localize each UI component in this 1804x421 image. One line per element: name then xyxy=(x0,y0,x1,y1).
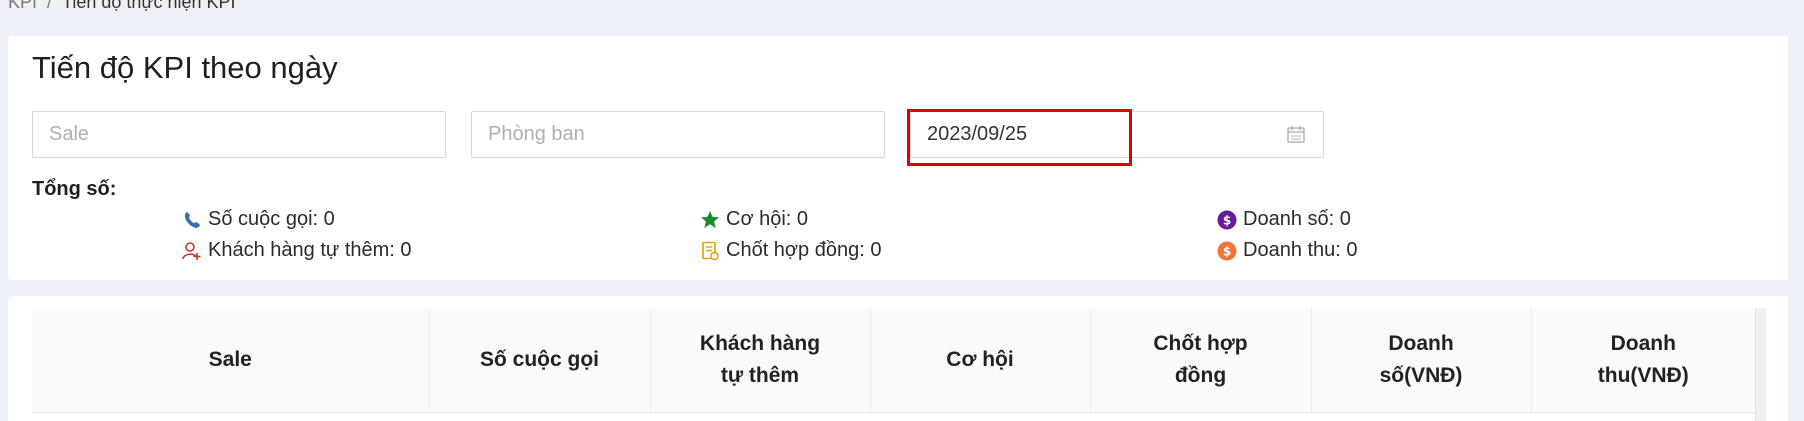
stat-calls-text: Số cuộc gọi: 0 xyxy=(208,208,335,230)
stat-calls: Số cuộc gọi: 0 xyxy=(182,208,335,231)
stat-opportunities-text: Cơ hội: 0 xyxy=(726,208,809,230)
stat-sales-text: Doanh số: 0 xyxy=(1243,208,1351,230)
stat-customers-added-text: Khách hàng tự thêm: 0 xyxy=(208,239,412,261)
calendar-icon[interactable] xyxy=(1286,124,1306,144)
breadcrumb: KPI / Tiến độ thực hiện KPI xyxy=(8,0,236,13)
stat-sales: $ Doanh số: 0 xyxy=(1217,208,1351,231)
svg-text:$: $ xyxy=(1223,244,1231,258)
kpi-table: Sale Số cuộc gọi Khách hàng tự thêm Cơ h… xyxy=(32,308,1755,413)
breadcrumb-current: Tiến độ thực hiện KPI xyxy=(62,0,236,12)
column-header-revenue[interactable]: Doanh thu(VNĐ) xyxy=(1531,308,1755,413)
stat-customers-added: Khách hàng tự thêm: 0 xyxy=(182,239,412,262)
dollar-circle-icon: $ xyxy=(1217,210,1237,229)
stat-contracts-closed-text: Chốt hợp đồng: 0 xyxy=(726,239,882,261)
table-header-row: Sale Số cuộc gọi Khách hàng tự thêm Cơ h… xyxy=(32,308,1755,413)
breadcrumb-root[interactable]: KPI xyxy=(8,0,37,13)
phone-icon xyxy=(184,211,200,228)
user-add-icon xyxy=(182,241,201,260)
stat-opportunities: Cơ hội: 0 xyxy=(700,208,808,231)
contract-icon xyxy=(702,241,719,260)
date-picker[interactable] xyxy=(910,111,1324,158)
column-header-sale[interactable]: Sale xyxy=(32,308,430,413)
breadcrumb-separator: / xyxy=(47,0,53,12)
stat-revenue: $ Doanh thu: 0 xyxy=(1217,239,1358,262)
kpi-table-card: Sale Số cuộc gọi Khách hàng tự thêm Cơ h… xyxy=(8,296,1788,421)
column-header-sales[interactable]: Doanh số(VNĐ) xyxy=(1311,308,1532,413)
filter-card: Tiến độ KPI theo ngày Tổng số: Số cuộc g… xyxy=(8,36,1788,280)
stat-contracts-closed: Chốt hợp đồng: 0 xyxy=(700,239,881,262)
date-input[interactable] xyxy=(910,111,1324,158)
star-icon xyxy=(701,210,719,228)
column-header-customers-added[interactable]: Khách hàng tự thêm xyxy=(650,308,871,413)
dollar-circle-icon: $ xyxy=(1217,241,1237,260)
department-input[interactable] xyxy=(471,111,885,158)
stat-revenue-text: Doanh thu: 0 xyxy=(1243,239,1358,261)
page-title: Tiến độ KPI theo ngày xyxy=(32,50,338,85)
totals-label: Tổng số: xyxy=(32,178,117,200)
column-header-calls[interactable]: Số cuộc gọi xyxy=(429,308,651,413)
column-header-contracts-closed[interactable]: Chốt hợp đồng xyxy=(1090,308,1312,413)
table-scrollbar-gutter[interactable] xyxy=(1755,308,1766,421)
column-header-opportunities[interactable]: Cơ hội xyxy=(870,308,1091,413)
sale-input[interactable] xyxy=(32,111,446,158)
svg-text:$: $ xyxy=(1223,213,1231,227)
